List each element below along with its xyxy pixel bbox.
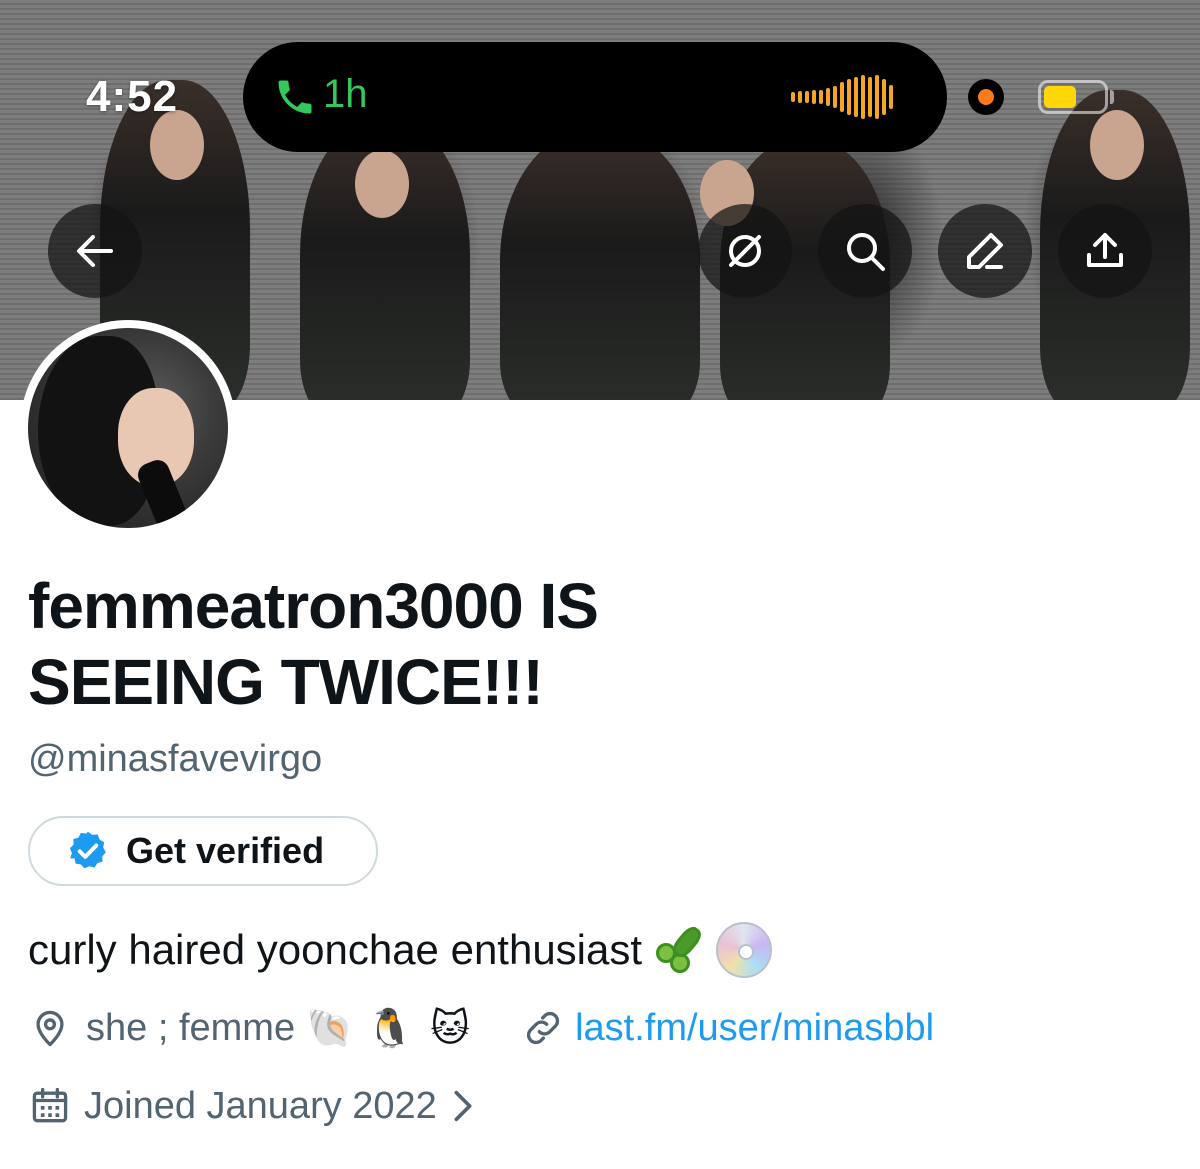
chevron-right-icon: [454, 1090, 472, 1122]
recording-indicator: [968, 79, 1004, 115]
shell-emoji: 🐚: [306, 1005, 354, 1050]
battery-level: [1044, 86, 1076, 108]
battery-icon: [1038, 80, 1108, 114]
user-handle: @minasfavevirgo: [28, 738, 323, 780]
display-name: femmeatron3000 IS SEEING TWICE!!!: [28, 570, 599, 718]
status-time: 4:52: [86, 72, 179, 121]
search-icon: [847, 233, 885, 271]
link-icon: [527, 1011, 560, 1045]
link-text[interactable]: last.fm/user/minasbbl: [575, 1007, 934, 1050]
cat-emoji: 🐱: [430, 1006, 470, 1050]
search-button[interactable]: [818, 204, 912, 298]
joined-date-row[interactable]: Joined January 2022: [28, 1078, 479, 1134]
profile-meta-row: she ; femme 🐚 🐧 🐱 last.fm/user/minasbbl: [28, 1000, 934, 1056]
avatar-photo: [28, 328, 228, 528]
phone-icon: [278, 80, 312, 114]
share-icon: [1087, 233, 1123, 267]
grok-button[interactable]: [698, 204, 792, 298]
battery-nub: [1110, 90, 1114, 104]
profile-avatar[interactable]: [20, 320, 236, 536]
banner-figure-face: [355, 150, 409, 218]
banner-figure-face: [1090, 110, 1144, 180]
get-verified-label: Get verified: [126, 830, 325, 871]
edit-icon: [967, 233, 1003, 269]
grok-icon: [729, 235, 761, 267]
cucumber-emoji: [652, 923, 706, 977]
optical-disc-emoji: [716, 922, 773, 978]
call-duration: 1h: [323, 72, 368, 116]
profile-link[interactable]: last.fm/user/minasbbl: [521, 1006, 934, 1050]
calendar-icon: [32, 1087, 68, 1123]
share-button[interactable]: [1058, 204, 1152, 298]
profile-bio: curly haired yoonchae enthusiast: [28, 922, 773, 978]
verified-badge-icon: [70, 831, 106, 869]
back-arrow-icon: [77, 235, 113, 267]
audio-waveform-icon: [791, 72, 911, 122]
get-verified-button[interactable]: Get verified: [28, 816, 378, 886]
dynamic-island-call[interactable]: 1h: [243, 42, 947, 152]
bio-text: curly haired yoonchae enthusiast: [28, 926, 643, 973]
penguin-emoji: 🐧: [366, 1005, 414, 1050]
banner-figure: [500, 130, 700, 400]
joined-date-text: Joined January 2022: [84, 1084, 437, 1127]
location-text: she ; femme: [86, 1006, 296, 1049]
location-pin-icon: [36, 1010, 64, 1047]
back-button[interactable]: [48, 204, 142, 298]
edit-button[interactable]: [938, 204, 1032, 298]
